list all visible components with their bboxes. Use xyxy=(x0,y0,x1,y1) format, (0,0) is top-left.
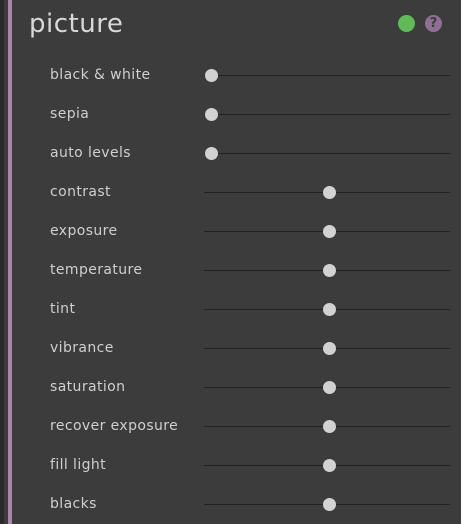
slider-row: vibrance xyxy=(0,329,461,367)
slider-track[interactable] xyxy=(204,114,450,115)
slider-knob[interactable] xyxy=(323,459,336,472)
slider-track[interactable] xyxy=(204,75,450,76)
slider-knob[interactable] xyxy=(323,225,336,238)
slider-knob[interactable] xyxy=(323,381,336,394)
slider-track[interactable] xyxy=(204,153,450,154)
slider-label: black & white xyxy=(50,67,151,83)
slider-row: fill light xyxy=(0,446,461,484)
question-mark-icon[interactable]: ? xyxy=(425,15,442,32)
slider-row: saturation xyxy=(0,368,461,406)
slider-knob[interactable] xyxy=(323,186,336,199)
slider-row: blacks xyxy=(0,485,461,523)
slider-label: recover exposure xyxy=(50,418,179,434)
slider-label: tint xyxy=(50,301,76,317)
slider-label: temperature xyxy=(50,262,143,278)
slider-row: tint xyxy=(0,290,461,328)
slider-knob[interactable] xyxy=(323,264,336,277)
slider-label: contrast xyxy=(50,184,111,200)
picture-panel: picture ? black & white sepia auto levels c… xyxy=(0,0,461,524)
slider-row: black & white xyxy=(0,56,461,94)
slider-knob[interactable] xyxy=(205,147,218,160)
slider-row: sepia xyxy=(0,95,461,133)
slider-knob[interactable] xyxy=(205,108,218,121)
green-dot-icon[interactable] xyxy=(398,15,415,32)
slider-row: auto levels xyxy=(0,134,461,172)
slider-knob[interactable] xyxy=(323,342,336,355)
slider-knob[interactable] xyxy=(205,69,218,82)
slider-label: saturation xyxy=(50,379,126,395)
slider-knob[interactable] xyxy=(323,303,336,316)
slider-knob[interactable] xyxy=(323,420,336,433)
slider-knob[interactable] xyxy=(323,498,336,511)
slider-label: exposure xyxy=(50,223,118,239)
slider-row: contrast xyxy=(0,173,461,211)
slider-row: temperature xyxy=(0,251,461,289)
slider-label: fill light xyxy=(50,457,107,473)
slider-label: vibrance xyxy=(50,340,114,356)
panel-title: picture xyxy=(29,9,124,39)
slider-label: blacks xyxy=(50,496,97,512)
slider-row: exposure xyxy=(0,212,461,250)
slider-label: sepia xyxy=(50,106,90,122)
slider-row: recover exposure xyxy=(0,407,461,445)
slider-label: auto levels xyxy=(50,145,131,161)
